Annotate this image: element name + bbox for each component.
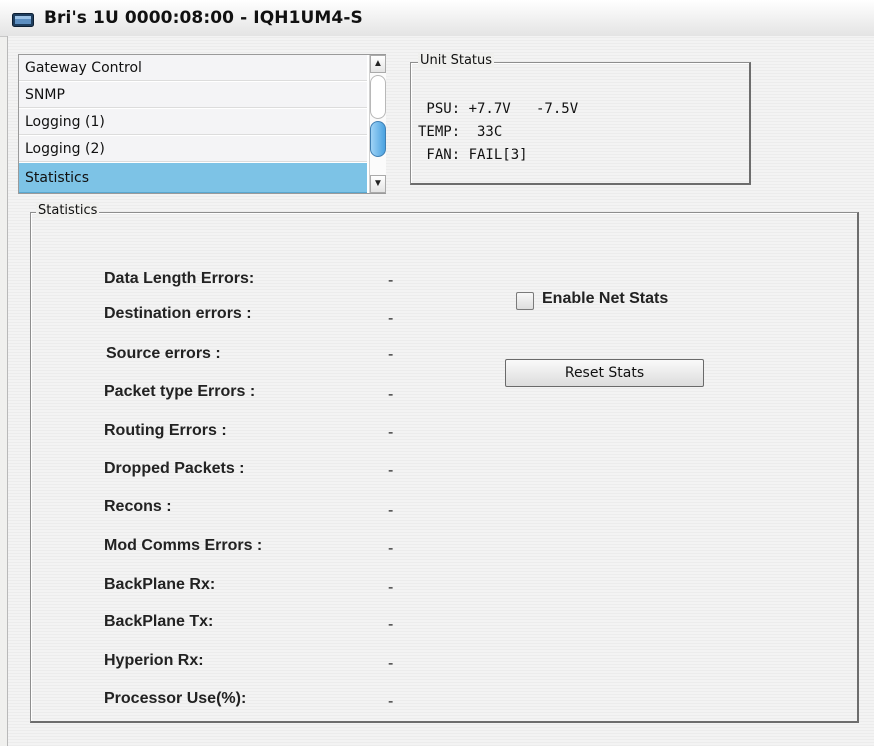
stat-label-mod-comms-errors: Mod Comms Errors : — [104, 537, 263, 554]
stat-label-processor-use: Processor Use(%): — [104, 690, 247, 707]
stat-label-source-errors: Source errors : — [106, 345, 221, 362]
fan-readout: FAN: FAIL[3] — [418, 147, 528, 163]
stat-value-dropped-packets: - — [388, 462, 394, 479]
unit-status-legend: Unit Status — [418, 53, 495, 68]
stat-value-processor-use: - — [388, 693, 394, 710]
scroll-down-icon[interactable]: ▼ — [370, 175, 386, 193]
stat-value-data-length-errors: - — [388, 272, 394, 289]
stat-value-hyperion-rx: - — [388, 655, 394, 672]
section-list[interactable]: Gateway Control SNMP Logging (1) Logging… — [18, 54, 386, 194]
stat-label-destination-errors: Destination errors : — [104, 305, 252, 322]
stat-label-data-length-errors: Data Length Errors: — [104, 270, 255, 287]
enable-net-stats-label[interactable]: Enable Net Stats — [542, 290, 668, 308]
enable-net-stats-checkbox[interactable] — [516, 292, 534, 310]
list-scrollbar[interactable]: ▲ ▼ — [369, 55, 386, 193]
scroll-up-icon[interactable]: ▲ — [370, 55, 386, 73]
stat-value-mod-comms-errors: - — [388, 540, 394, 557]
stat-value-source-errors: - — [388, 346, 394, 363]
window-title-bar: Bri's 1U 0000:08:00 - IQH1UM4-S — [0, 0, 874, 37]
stat-label-backplane-rx: BackPlane Rx: — [104, 576, 216, 593]
stat-label-packet-type-errors: Packet type Errors : — [104, 383, 256, 400]
scroll-thumb[interactable] — [370, 121, 386, 157]
monitor-icon — [12, 13, 34, 27]
list-item-logging-2[interactable]: Logging (2) — [19, 136, 367, 162]
stat-label-dropped-packets: Dropped Packets : — [104, 460, 245, 477]
window-title: Bri's 1U 0000:08:00 - IQH1UM4-S — [44, 8, 363, 28]
stat-value-recons: - — [388, 502, 394, 519]
stat-value-backplane-rx: - — [388, 579, 394, 596]
stat-label-recons: Recons : — [104, 498, 172, 515]
stat-value-routing-errors: - — [388, 424, 394, 441]
list-item-statistics[interactable]: Statistics — [19, 163, 367, 193]
list-item-snmp[interactable]: SNMP — [19, 82, 367, 108]
stat-label-routing-errors: Routing Errors : — [104, 422, 227, 439]
list-item-gateway-control[interactable]: Gateway Control — [19, 55, 367, 81]
list-item-logging-1[interactable]: Logging (1) — [19, 109, 367, 135]
stat-label-hyperion-rx: Hyperion Rx: — [104, 652, 204, 669]
stat-label-backplane-tx: BackPlane Tx: — [104, 613, 214, 630]
stat-value-packet-type-errors: - — [388, 386, 394, 403]
stat-value-destination-errors: - — [388, 310, 394, 327]
psu-readout: PSU: +7.7V -7.5V — [418, 101, 579, 117]
scroll-track[interactable] — [370, 75, 386, 119]
reset-stats-button[interactable]: Reset Stats — [505, 359, 704, 387]
temp-readout: TEMP: 33C — [418, 124, 503, 140]
stat-value-backplane-tx: - — [388, 616, 394, 633]
statistics-legend: Statistics — [36, 203, 100, 218]
